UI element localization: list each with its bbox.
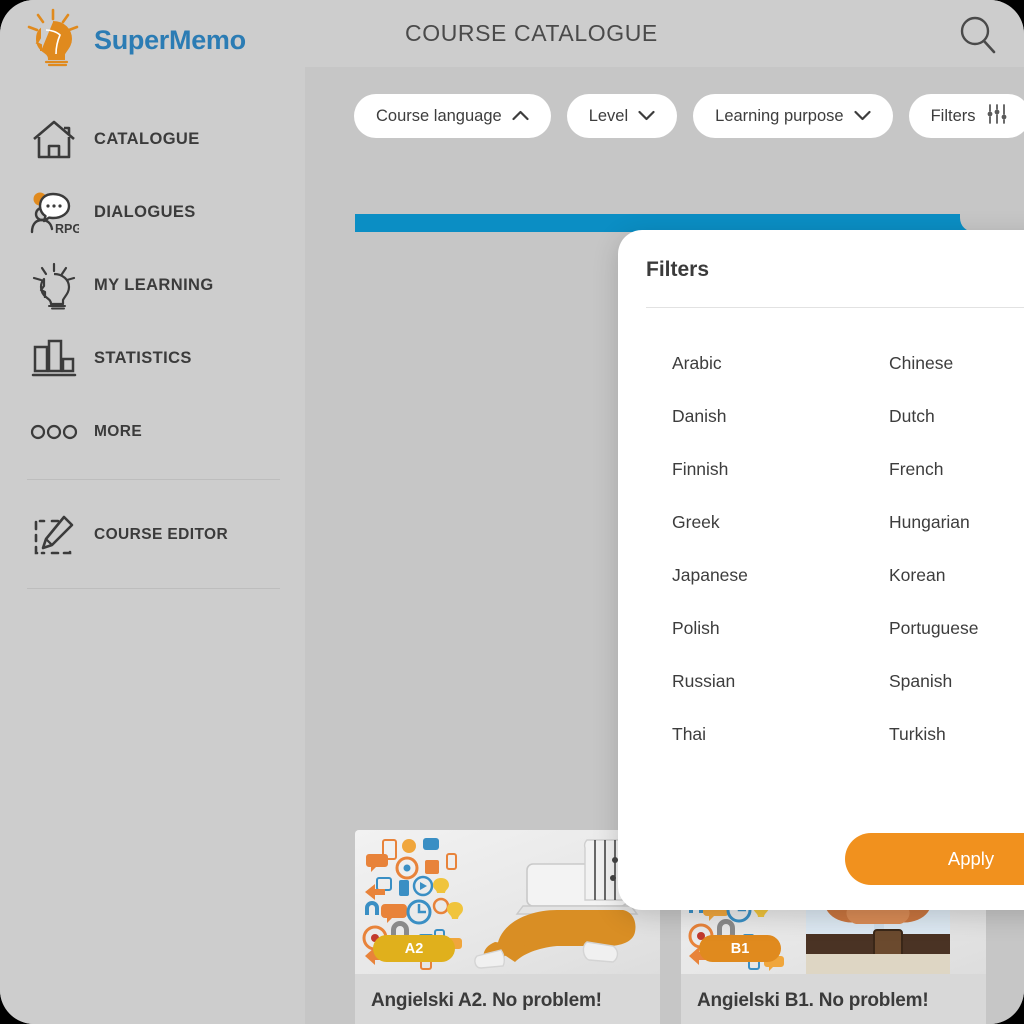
language-option[interactable]: Finnish [672, 443, 889, 496]
language-option[interactable]: Korean [889, 549, 1024, 602]
language-option[interactable]: Japanese [672, 549, 889, 602]
language-option[interactable]: Thai [672, 708, 889, 761]
brand-logo[interactable]: SuperMemo [22, 8, 246, 73]
course-card-title: Angielski A2. No problem! [371, 990, 602, 1011]
filter-pill-label: Learning purpose [715, 106, 844, 125]
sidebar-divider-bottom [27, 588, 280, 589]
sidebar-item-course-editor[interactable]: COURSE EDITOR [0, 498, 305, 571]
pencil-edit-icon [28, 511, 80, 559]
language-option[interactable]: Chinese [889, 337, 1024, 390]
filter-pill-label: Filters [930, 106, 976, 125]
brand-name: SuperMemo [94, 25, 246, 55]
course-card-title: Angielski B1. No problem! [697, 990, 929, 1011]
home-icon [28, 116, 80, 164]
filter-pill-learning-purpose[interactable]: Learning purpose [693, 94, 893, 138]
modal-divider [646, 307, 1024, 308]
header: COURSE CATALOGUE [305, 0, 1024, 67]
language-option[interactable]: Polish [672, 602, 889, 655]
sidebar-item-label: MORE [94, 422, 143, 440]
sidebar-nav: CATALOGUE RPG DIALOGUES MY LEARNING STAT… [0, 103, 305, 468]
apply-button[interactable]: Apply [845, 833, 1024, 885]
sidebar-item-more[interactable]: MORE [0, 395, 305, 468]
chevron-down-icon [853, 107, 871, 126]
lightbulb-head-icon [22, 8, 84, 73]
sidebar-item-label: COURSE EDITOR [94, 525, 229, 543]
filter-pill-course-language[interactable]: Course language [354, 94, 551, 138]
language-option[interactable]: French [889, 443, 1024, 496]
sidebar-item-label: CATALOGUE [94, 130, 200, 148]
language-option[interactable]: Dutch [889, 390, 1024, 443]
filter-pill-filters[interactable]: Filters [908, 94, 1024, 138]
sidebar: SuperMemo CATALOGUE RPG DIALOGUES MY LEA… [0, 0, 305, 1024]
language-option[interactable]: Greek [672, 496, 889, 549]
language-option[interactable]: Arabic [672, 337, 889, 390]
sliders-icon [986, 103, 1008, 130]
language-option[interactable]: Hungarian [889, 496, 1024, 549]
modal-title: Filters [646, 258, 710, 281]
page-title: COURSE CATALOGUE [405, 20, 658, 46]
language-option[interactable]: Portuguese [889, 602, 1024, 655]
course-level-badge: B1 [699, 935, 781, 962]
filters-bar: Course language Level Learning purpose F… [354, 94, 1024, 138]
sidebar-item-label: MY LEARNING [94, 276, 214, 294]
chevron-down-icon [638, 107, 655, 126]
bar-chart-icon [28, 335, 80, 383]
chevron-up-icon [512, 107, 529, 126]
speech-bubble-rpg-icon: RPG [28, 189, 80, 237]
language-option[interactable]: Russian [672, 655, 889, 708]
filters-modal: Filters Arabic Chinese Czech Danish Dutc… [618, 230, 1024, 910]
filter-pill-label: Level [588, 106, 629, 125]
filter-pill-label: Course language [376, 106, 502, 125]
sidebar-item-dialogues[interactable]: RPG DIALOGUES [0, 176, 305, 249]
search-icon[interactable] [957, 14, 999, 56]
course-thumbnail: A2 [355, 830, 660, 974]
sidebar-item-label: STATISTICS [94, 349, 192, 367]
course-level-badge: A2 [373, 935, 455, 962]
language-option[interactable]: Spanish [889, 655, 1024, 708]
sidebar-item-label: DIALOGUES [94, 203, 196, 221]
svg-text:RPG: RPG [55, 222, 79, 236]
sidebar-item-statistics[interactable]: STATISTICS [0, 322, 305, 395]
sidebar-item-my-learning[interactable]: MY LEARNING [0, 249, 305, 322]
language-filter-grid: Arabic Chinese Czech Danish Dutch Englis… [672, 337, 1024, 761]
sidebar-divider-top [27, 479, 280, 480]
three-circles-icon [28, 408, 80, 456]
sidebar-item-catalogue[interactable]: CATALOGUE [0, 103, 305, 176]
content-area: Course language Level Learning purpose F… [305, 67, 1024, 1024]
lightbulb-head-icon [28, 262, 80, 310]
filter-pill-level[interactable]: Level [566, 94, 678, 138]
app-window: SuperMemo CATALOGUE RPG DIALOGUES MY LEA… [0, 0, 1024, 1024]
course-card[interactable]: A2 Angielski A2. No problem! [355, 830, 660, 1024]
language-option[interactable]: Danish [672, 390, 889, 443]
language-option[interactable]: Turkish [889, 708, 1024, 761]
